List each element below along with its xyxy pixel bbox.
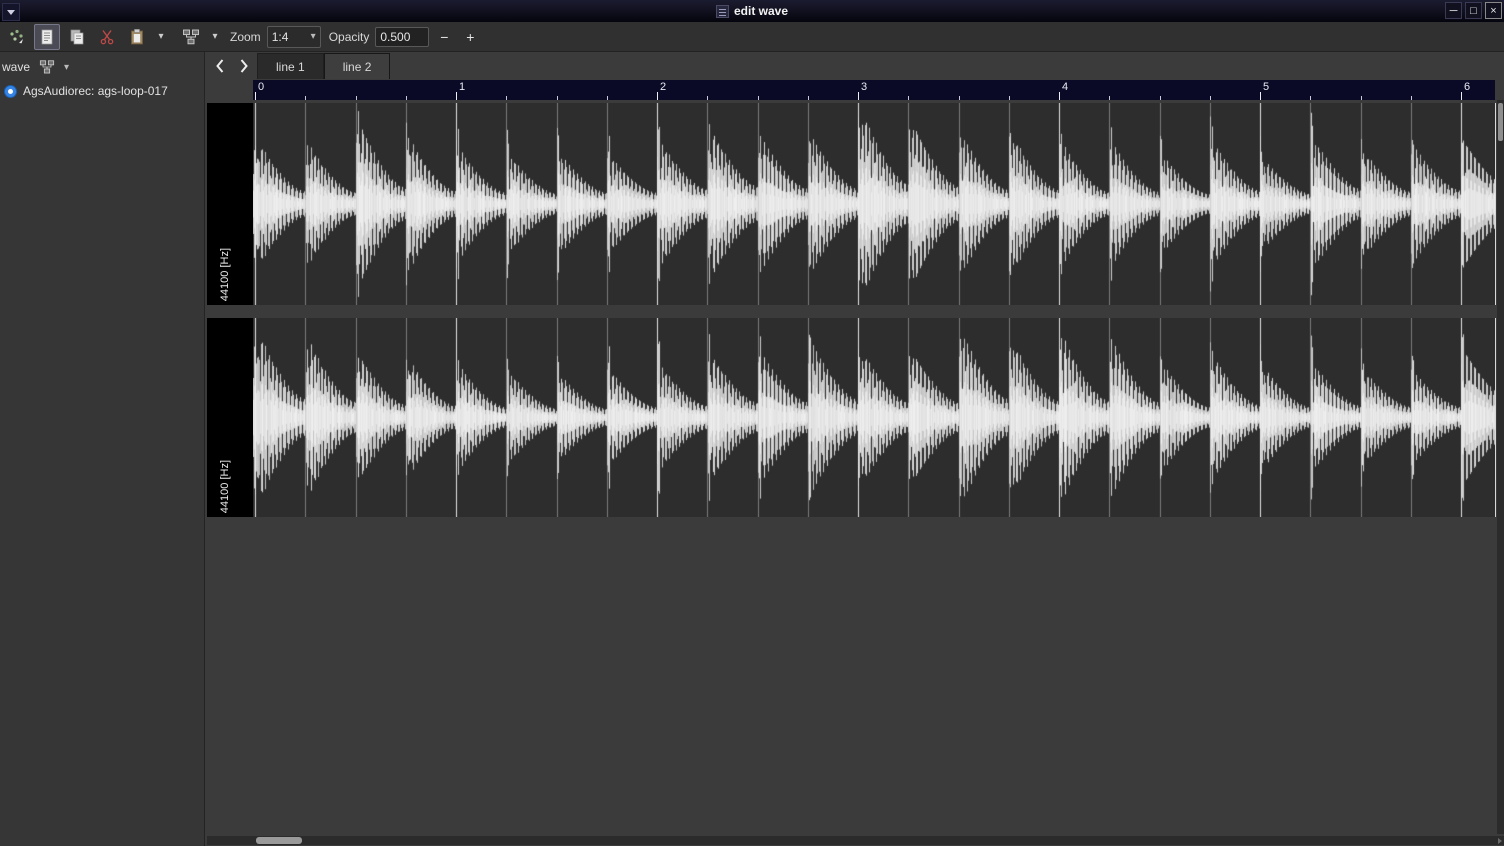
titlebar-center: edit wave	[0, 0, 1504, 22]
wave-panel-2: 44100 [Hz]	[207, 318, 1496, 517]
rate-strip-1: 44100 [Hz]	[207, 103, 253, 305]
opacity-input[interactable]	[375, 27, 429, 47]
chevron-down-icon: ▾	[64, 62, 69, 73]
zoom-label: Zoom	[230, 30, 261, 44]
rate-strip-2: 44100 [Hz]	[207, 318, 253, 517]
audio-channel-item[interactable]: AgsAudiorec: ags-loop-017	[0, 79, 204, 103]
copy-button[interactable]	[64, 24, 90, 50]
edit-tool-button[interactable]	[34, 24, 60, 50]
ruler: 0 1 2 3 4 5 6	[253, 80, 1495, 100]
radio-selected-icon[interactable]	[4, 85, 17, 98]
position-tool-button[interactable]	[4, 24, 30, 50]
ruler-number: 3	[861, 81, 867, 93]
edit-tool-icon	[38, 28, 56, 46]
scroll-right-arrow-icon	[1498, 838, 1502, 844]
ruler-number: 1	[459, 81, 465, 93]
sidebar: wave ▾ AgsAudiorec: ags-loop-017	[0, 52, 205, 846]
paste-icon	[128, 28, 146, 46]
horizontal-scrollbar-handle[interactable]	[256, 837, 302, 844]
machine-selector-label: wave	[2, 60, 30, 74]
sample-rate-label: 44100 [Hz]	[219, 460, 231, 513]
ruler-number: 6	[1464, 81, 1470, 93]
waveform-canvas-1[interactable]	[253, 103, 1495, 305]
tab-next-button[interactable]	[233, 54, 255, 78]
position-tool-icon	[8, 28, 26, 46]
titlebar: edit wave ─ □ ×	[0, 0, 1504, 22]
zoom-value: 1:4	[272, 30, 289, 44]
close-button[interactable]: ×	[1485, 2, 1502, 19]
waveform-canvas-2[interactable]	[253, 318, 1495, 517]
chevron-down-icon: ▾	[311, 31, 316, 42]
horizontal-scrollbar[interactable]	[207, 836, 1504, 845]
edit-wave-window: edit wave ─ □ ×	[0, 0, 1504, 846]
cut-button[interactable]	[94, 24, 120, 50]
audio-channel-label: AgsAudiorec: ags-loop-017	[23, 84, 168, 98]
select-tools-dropdown[interactable]: ▾	[208, 24, 222, 50]
paste-button[interactable]	[124, 24, 150, 50]
machine-icon	[38, 59, 56, 75]
cut-icon	[98, 28, 116, 46]
tab-prev-button[interactable]	[209, 54, 231, 78]
copy-icon	[68, 28, 86, 46]
select-tool-icon	[182, 28, 200, 46]
opacity-increase-button[interactable]: +	[459, 26, 481, 48]
opacity-decrease-button[interactable]: −	[433, 26, 455, 48]
vertical-scrollbar-handle[interactable]	[1498, 103, 1503, 141]
edit-tools-dropdown[interactable]: ▾	[154, 24, 168, 50]
waveform-area-2[interactable]	[253, 318, 1496, 517]
chevron-left-icon	[215, 58, 225, 74]
waveform-area-1[interactable]	[253, 103, 1496, 305]
machine-selector[interactable]: wave ▾	[0, 52, 204, 79]
maximize-button[interactable]: □	[1465, 2, 1482, 19]
ruler-number: 5	[1263, 81, 1269, 93]
zoom-combo[interactable]: 1:4 ▾	[267, 26, 321, 48]
wave-panel-1: 44100 [Hz]	[207, 103, 1496, 305]
sample-rate-label: 44100 [Hz]	[219, 248, 231, 301]
window-controls: ─ □ ×	[1445, 2, 1502, 19]
select-tool-button[interactable]	[178, 24, 204, 50]
minimize-button[interactable]: ─	[1445, 2, 1462, 19]
line-tabs: line 1 line 2	[257, 53, 390, 79]
window-title: edit wave	[734, 4, 788, 18]
tab-line-1[interactable]: line 1	[257, 53, 324, 79]
app-icon	[716, 5, 729, 18]
toolbar: ▾ ▾ Zoom 1:4 ▾ Opacity − +	[0, 22, 1504, 52]
vertical-scrollbar[interactable]	[1497, 100, 1504, 834]
opacity-label: Opacity	[329, 30, 370, 44]
chevron-right-icon	[239, 58, 249, 74]
wave-editor: line 1 line 2 0 1 2 3 4 5 6 44100 [Hz] 44100 […	[206, 52, 1504, 846]
tab-line-2[interactable]: line 2	[324, 53, 391, 79]
ruler-number: 0	[258, 81, 264, 93]
ruler-number: 4	[1062, 81, 1068, 93]
ruler-number: 2	[660, 81, 666, 93]
